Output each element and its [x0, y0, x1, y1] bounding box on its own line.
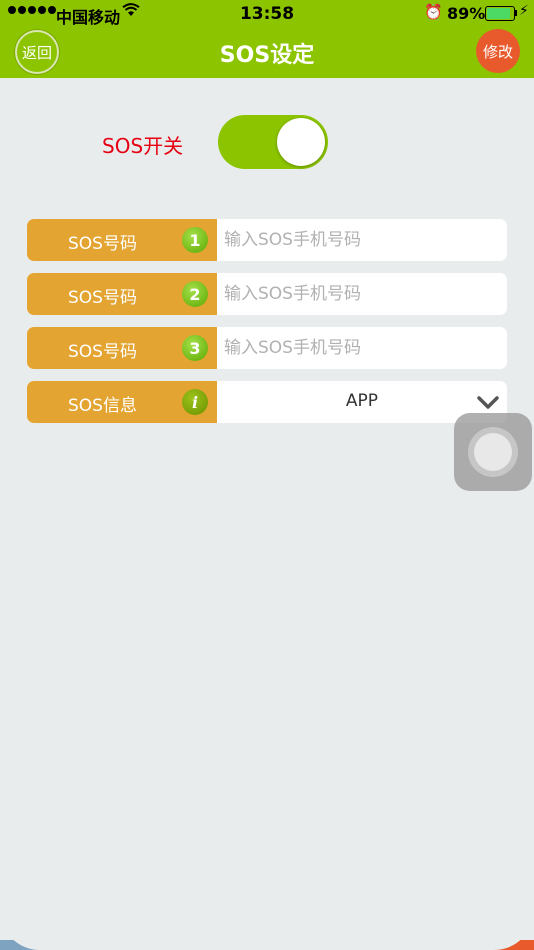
number-2-badge-icon: 2 [182, 281, 208, 307]
sos-info-label-part: SOS信息 i [27, 381, 217, 423]
battery-icon [485, 6, 515, 21]
sos-number-input-3[interactable] [217, 327, 507, 369]
number-1-badge-icon: 1 [182, 227, 208, 253]
sos-info-label: SOS信息 [68, 396, 137, 416]
alarm-icon: ⏰ [424, 3, 443, 21]
edit-button[interactable]: 修改 [476, 29, 520, 73]
sos-number-label: SOS号码 [68, 288, 137, 308]
sos-switch-label: SOS开关 [102, 134, 184, 158]
chevron-down-icon[interactable] [475, 389, 501, 415]
sos-number-label: SOS号码 [68, 342, 137, 362]
toggle-knob[interactable] [277, 118, 325, 166]
page-title: SOS设定 [219, 43, 315, 68]
charging-icon: ⚡ [519, 3, 529, 19]
sos-number-input-2[interactable] [217, 273, 507, 315]
sos-number-label: SOS号码 [68, 234, 137, 254]
sos-number-input-wrap [217, 327, 507, 369]
assistive-touch-button[interactable] [454, 413, 532, 491]
sos-info-selected-value: APP [345, 391, 379, 411]
nav-bar: 返回 SOS设定 修改 [0, 28, 534, 78]
sos-number-label-part: SOS号码 2 [27, 273, 217, 315]
assistive-touch-center-icon [474, 433, 512, 471]
sos-number-input-wrap [217, 219, 507, 261]
sos-number-row-2: SOS号码 2 [27, 273, 507, 315]
battery-tip [515, 10, 517, 16]
sos-info-row[interactable]: SOS信息 i APP [27, 381, 507, 423]
sos-number-row-3: SOS号码 3 [27, 327, 507, 369]
sos-number-row-1: SOS号码 1 [27, 219, 507, 261]
sos-number-label-part: SOS号码 1 [27, 219, 217, 261]
sos-number-label-part: SOS号码 3 [27, 327, 217, 369]
sos-number-input-wrap [217, 273, 507, 315]
sos-number-input-1[interactable] [217, 219, 507, 261]
screen-bottom-corner [0, 905, 534, 950]
status-bar: 中国移动 13:58 ⏰ 89% ⚡ [0, 0, 534, 28]
number-3-badge-icon: 3 [182, 335, 208, 361]
info-icon: i [182, 389, 208, 415]
battery-percent: 89% [447, 4, 486, 23]
sos-switch-toggle[interactable] [218, 115, 328, 169]
